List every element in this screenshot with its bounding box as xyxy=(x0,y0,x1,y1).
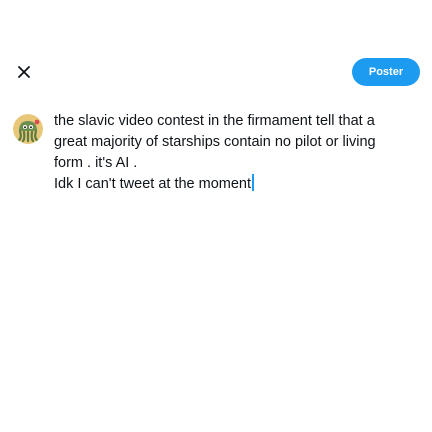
compose-screen: Poster the slavic video contest in the f… xyxy=(0,0,432,432)
tweet-text-area[interactable]: the slavic video contest in the firmamen… xyxy=(54,111,419,195)
close-icon xyxy=(18,66,30,78)
tweet-text-line-content: Idk I can't tweet at the moment xyxy=(54,176,252,192)
text-caret xyxy=(252,174,254,191)
tweet-text-line: form . it's AI . xyxy=(54,155,138,171)
tweet-text-line-last: Idk I can't tweet at the moment xyxy=(54,174,419,195)
octopus-avatar-icon xyxy=(13,114,43,144)
tweet-text-line: great majority of starships contain no p… xyxy=(54,134,376,150)
close-button[interactable] xyxy=(14,62,34,82)
avatar[interactable] xyxy=(13,114,43,144)
post-button[interactable]: Poster xyxy=(352,58,420,86)
tweet-text-line: the slavic video contest in the firmamen… xyxy=(54,113,375,129)
